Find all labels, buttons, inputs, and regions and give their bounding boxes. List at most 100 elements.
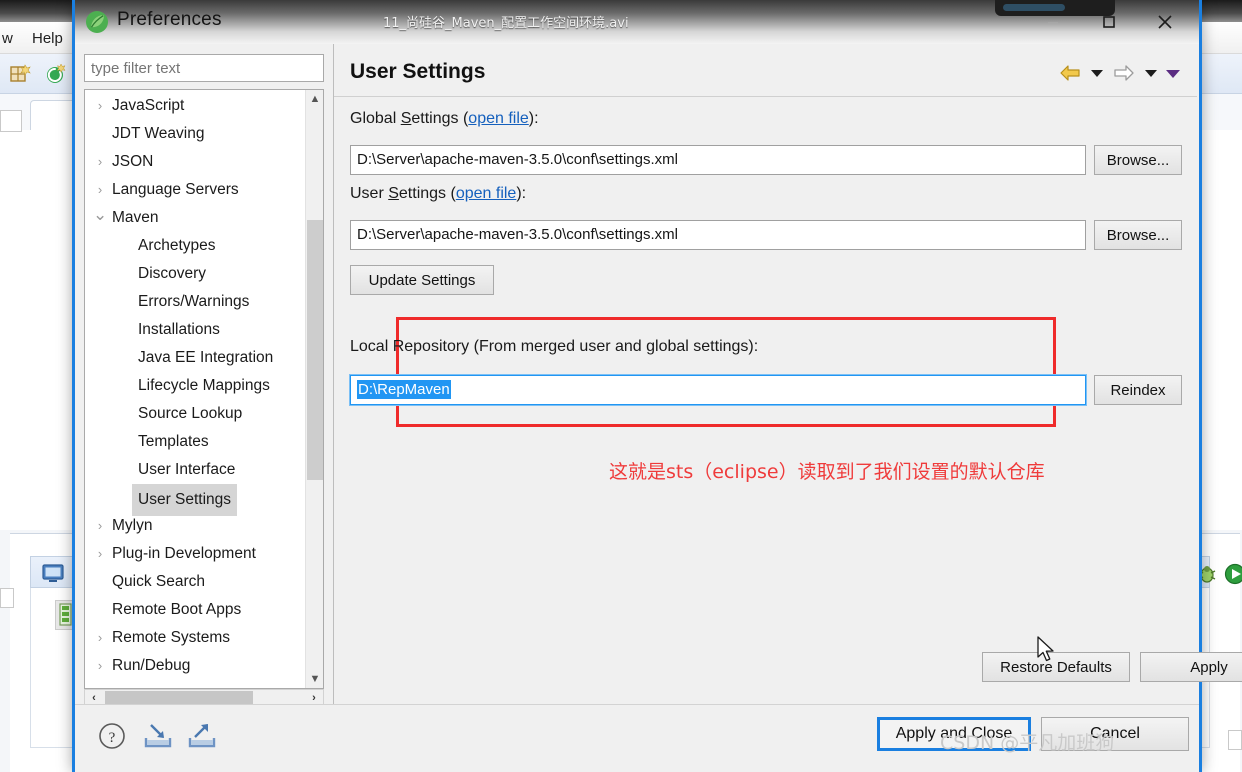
tree-item-label: JavaScript bbox=[112, 97, 185, 114]
view-corner-chip bbox=[0, 588, 14, 608]
tree-item-archetypes[interactable]: Archetypes bbox=[85, 232, 299, 260]
user-settings-label-prefix: User bbox=[350, 185, 389, 202]
tree-item-label: User Interface bbox=[138, 461, 236, 478]
tree-item-java-ee-integration[interactable]: Java EE Integration bbox=[85, 344, 299, 372]
menu-window[interactable]: w bbox=[2, 30, 13, 47]
chevron-right-icon[interactable]: › bbox=[93, 512, 107, 540]
tree-item-installations[interactable]: Installations bbox=[85, 316, 299, 344]
view-menu-chevron-down-icon[interactable] bbox=[1163, 58, 1183, 88]
tree-item-quick-search[interactable]: Quick Search bbox=[85, 568, 299, 596]
tree-item-remote-systems[interactable]: › Remote Systems bbox=[85, 624, 299, 652]
tree-item-jdt-weaving[interactable]: JDT Weaving bbox=[85, 120, 299, 148]
help-icon[interactable]: ? bbox=[97, 721, 127, 756]
user-settings-open-file-link[interactable]: open file bbox=[456, 185, 517, 202]
tree-item-label: Errors/Warnings bbox=[138, 293, 250, 310]
tree-item-javascript[interactable]: › JavaScript bbox=[85, 92, 299, 120]
tree-item-source-lookup[interactable]: Source Lookup bbox=[85, 400, 299, 428]
user-settings-label: User Settings (open file): bbox=[350, 185, 526, 203]
global-settings-browse-button[interactable]: Browse... bbox=[1094, 145, 1182, 175]
tree-item-json[interactable]: › JSON bbox=[85, 148, 299, 176]
tree-vertical-scrollbar[interactable]: ▲ ▼ bbox=[305, 90, 323, 688]
scroll-down-icon[interactable]: ▼ bbox=[306, 670, 323, 688]
chevron-right-icon[interactable]: › bbox=[93, 148, 107, 176]
preferences-tree[interactable]: › JavaScript JDT Weaving › JSON › Language Ser… bbox=[84, 89, 324, 689]
tree-item-label: Templates bbox=[138, 433, 209, 450]
close-icon[interactable] bbox=[1137, 0, 1193, 44]
dialog-title: Preferences bbox=[117, 9, 222, 30]
tree-item-label: Plug-in Development bbox=[112, 545, 256, 562]
tree-item-label: Discovery bbox=[138, 265, 207, 282]
settings-pane: User Settings Global Settings (open file… bbox=[333, 44, 1242, 704]
title-divider bbox=[334, 96, 1197, 97]
tree-item-label: Remote Systems bbox=[112, 629, 231, 646]
export-icon[interactable] bbox=[185, 721, 219, 756]
dialog-body: › JavaScript JDT Weaving › JSON › Language Ser… bbox=[75, 44, 1242, 707]
local-repository-input[interactable]: D:\RepMaven bbox=[349, 374, 1087, 406]
forward-arrow-icon[interactable] bbox=[1109, 58, 1139, 88]
tree-item-label: Source Lookup bbox=[138, 405, 243, 422]
maximize-icon[interactable] bbox=[1081, 0, 1137, 44]
user-settings-browse-button[interactable]: Browse... bbox=[1094, 220, 1182, 250]
tree-item-label: Mylyn bbox=[112, 517, 153, 534]
perspective-icon[interactable] bbox=[8, 62, 32, 86]
chevron-right-icon[interactable]: › bbox=[93, 540, 107, 568]
view-right-stub bbox=[1228, 730, 1242, 750]
tree-item-label: Lifecycle Mappings bbox=[138, 377, 270, 394]
user-settings-input[interactable]: D:\Server\apache-maven-3.5.0\conf\settin… bbox=[350, 220, 1086, 250]
chevron-right-icon[interactable]: › bbox=[93, 176, 107, 204]
import-icon[interactable] bbox=[141, 721, 175, 756]
mouse-cursor bbox=[1036, 636, 1056, 669]
local-repository-highlight bbox=[396, 317, 1056, 427]
tree-item-lifecycle-mappings[interactable]: Lifecycle Mappings bbox=[85, 372, 299, 400]
chevron-right-icon[interactable]: › bbox=[93, 652, 107, 680]
back-menu-chevron-down-icon[interactable] bbox=[1087, 58, 1107, 88]
hscrollbar-thumb[interactable] bbox=[105, 691, 253, 705]
chevron-down-icon[interactable]: ⌄ bbox=[93, 204, 107, 226]
tree-item-plug-in-development[interactable]: › Plug-in Development bbox=[85, 540, 299, 568]
user-settings-label-mnemonic: S bbox=[388, 185, 399, 202]
scrollbar-thumb[interactable] bbox=[307, 220, 323, 480]
tree-item-maven[interactable]: ⌄ Maven bbox=[85, 204, 299, 232]
tree-item-remote-boot-apps[interactable]: Remote Boot Apps bbox=[85, 596, 299, 624]
tree-item-label: JSON bbox=[112, 153, 154, 170]
update-settings-button[interactable]: Update Settings bbox=[350, 265, 494, 295]
global-settings-open-file-link[interactable]: open file bbox=[468, 110, 529, 127]
tree-item-label: Maven bbox=[112, 209, 159, 226]
tree-item-templates[interactable]: Templates bbox=[85, 428, 299, 456]
chevron-right-icon[interactable]: › bbox=[93, 624, 107, 652]
tree-item-language-servers[interactable]: › Language Servers bbox=[85, 176, 299, 204]
tree-item-label: Java EE Integration bbox=[138, 349, 274, 366]
scroll-up-icon[interactable]: ▲ bbox=[306, 90, 323, 108]
tree-item-errors-warnings[interactable]: Errors/Warnings bbox=[85, 288, 299, 316]
chevron-right-icon[interactable]: › bbox=[93, 92, 107, 120]
tree-item-label: Run/Debug bbox=[112, 657, 191, 674]
back-arrow-icon[interactable] bbox=[1055, 58, 1085, 88]
tree-item-run-debug[interactable]: › Run/Debug bbox=[85, 652, 299, 680]
tree-item-user-interface[interactable]: User Interface bbox=[85, 456, 299, 484]
global-settings-label-mnemonic: S bbox=[400, 110, 412, 127]
tree-item-mylyn[interactable]: › Mylyn bbox=[85, 512, 299, 540]
minimize-icon[interactable] bbox=[1025, 0, 1081, 44]
tree-item-label: Installations bbox=[138, 321, 220, 338]
reindex-button[interactable]: Reindex bbox=[1094, 375, 1182, 405]
global-settings-input[interactable]: D:\Server\apache-maven-3.5.0\conf\settin… bbox=[350, 145, 1086, 175]
tree-item-label: Archetypes bbox=[138, 237, 216, 254]
local-repository-value: D:\RepMaven bbox=[357, 380, 451, 399]
forward-menu-chevron-down-icon[interactable] bbox=[1141, 58, 1161, 88]
apply-button[interactable]: Apply bbox=[1140, 652, 1242, 682]
tree-item-discovery[interactable]: Discovery bbox=[85, 260, 299, 288]
user-settings-label-suffix: ): bbox=[516, 185, 527, 202]
spring-leaf-icon bbox=[85, 10, 109, 34]
page-title: User Settings bbox=[350, 60, 486, 83]
search-input[interactable] bbox=[84, 54, 324, 82]
svg-text:?: ? bbox=[109, 730, 116, 746]
console-icon[interactable] bbox=[42, 563, 64, 588]
restore-defaults-button[interactable]: Restore Defaults bbox=[982, 652, 1130, 682]
tree-item-user-settings[interactable]: User Settings bbox=[85, 484, 299, 516]
global-settings-label-rest: ettings ( bbox=[411, 110, 469, 127]
video-title-overlay: 11_尚硅谷_Maven_配置工作空间环境.avi bbox=[383, 16, 629, 31]
menu-help[interactable]: Help bbox=[32, 30, 63, 47]
run-icon[interactable] bbox=[1224, 563, 1242, 590]
spring-boot-icon[interactable] bbox=[44, 62, 68, 86]
tree-item-label: Language Servers bbox=[112, 181, 239, 198]
